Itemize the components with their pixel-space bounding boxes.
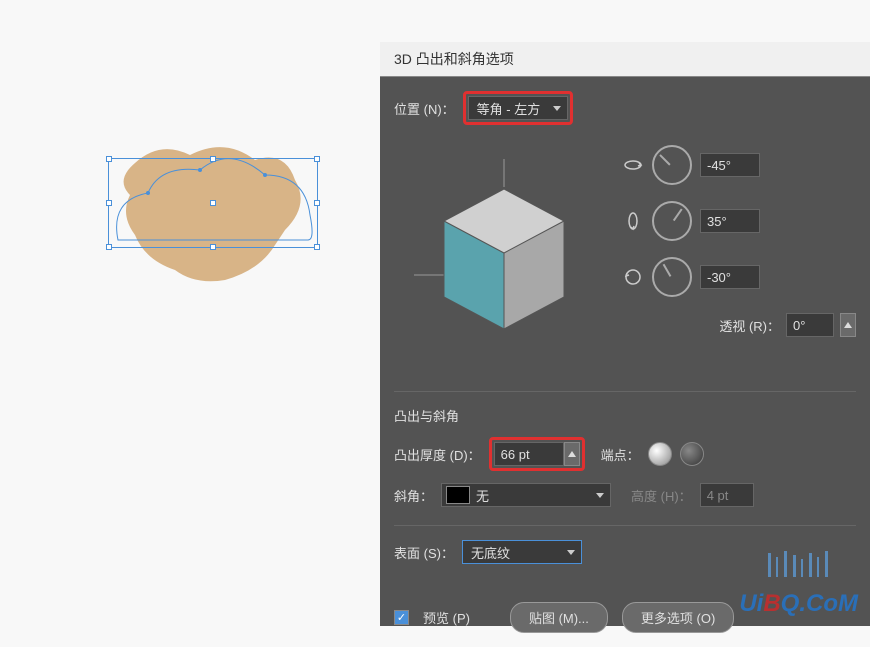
watermark-text: UiBQ.CoM <box>739 590 858 618</box>
perspective-label: 透视 (R)： <box>719 316 780 335</box>
position-value: 等角 - 左方 <box>477 99 541 118</box>
bevel-swatch <box>446 486 470 504</box>
canvas-area <box>0 0 380 626</box>
watermark-barcode <box>768 551 830 580</box>
rotate-z-icon <box>622 266 644 288</box>
bevel-height-input: 4 pt <box>700 483 754 507</box>
extrude-depth-input[interactable]: 66 pt <box>494 442 564 466</box>
resize-handle-bm[interactable] <box>210 244 216 250</box>
map-art-button[interactable]: 贴图 (M)... <box>510 602 608 633</box>
rotate-z-input[interactable]: -30° <box>700 265 760 289</box>
surface-label: 表面 (S)： <box>394 543 454 562</box>
cap-on-button[interactable] <box>648 442 672 466</box>
resize-handle-tr[interactable] <box>314 156 320 162</box>
cap-label: 端点： <box>601 445 640 464</box>
rotate-x-dial[interactable] <box>652 145 692 185</box>
extrude-section-title: 凸出与斜角 <box>394 406 856 425</box>
depth-stepper[interactable] <box>564 442 580 466</box>
resize-handle-tl[interactable] <box>106 156 112 162</box>
bevel-value: 无 <box>476 486 489 505</box>
surface-value: 无底纹 <box>471 543 510 562</box>
extrude-depth-label: 凸出厚度 (D)： <box>394 445 481 464</box>
surface-dropdown[interactable]: 无底纹 <box>462 540 582 564</box>
rotate-y-input[interactable]: 35° <box>700 209 760 233</box>
rotate-x-icon <box>622 154 644 176</box>
position-dropdown[interactable]: 等角 - 左方 <box>468 96 568 120</box>
resize-handle-ml[interactable] <box>106 200 112 206</box>
center-handle[interactable] <box>210 200 216 206</box>
cap-off-button[interactable] <box>680 442 704 466</box>
perspective-input[interactable]: 0° <box>786 313 834 337</box>
more-options-button[interactable]: 更多选项 (O) <box>622 602 734 633</box>
highlight-depth: 66 pt <box>489 437 585 471</box>
extrude-bevel-dialog: 3D 凸出和斜角选项 位置 (N)： 等角 - 左方 <box>380 42 870 626</box>
resize-handle-bl[interactable] <box>106 244 112 250</box>
bounding-box[interactable] <box>108 158 318 248</box>
highlight-position: 等角 - 左方 <box>463 91 573 125</box>
resize-handle-tm[interactable] <box>210 156 216 162</box>
resize-handle-br[interactable] <box>314 244 320 250</box>
bevel-dropdown[interactable]: 无 <box>441 483 611 507</box>
preview-label: 预览 (P) <box>423 608 470 627</box>
rotate-y-icon <box>622 210 644 232</box>
dialog-title: 3D 凸出和斜角选项 <box>380 42 870 77</box>
rotate-z-dial[interactable] <box>652 257 692 297</box>
position-label: 位置 (N)： <box>394 99 455 118</box>
bevel-label: 斜角： <box>394 486 433 505</box>
preview-checkbox[interactable]: ✓ <box>394 610 409 625</box>
rotate-y-dial[interactable] <box>652 201 692 241</box>
rotation-cube-preview[interactable] <box>394 145 614 365</box>
resize-handle-mr[interactable] <box>314 200 320 206</box>
bevel-height-label: 高度 (H)： <box>631 486 692 505</box>
rotate-x-input[interactable]: -45° <box>700 153 760 177</box>
perspective-stepper[interactable] <box>840 313 856 337</box>
